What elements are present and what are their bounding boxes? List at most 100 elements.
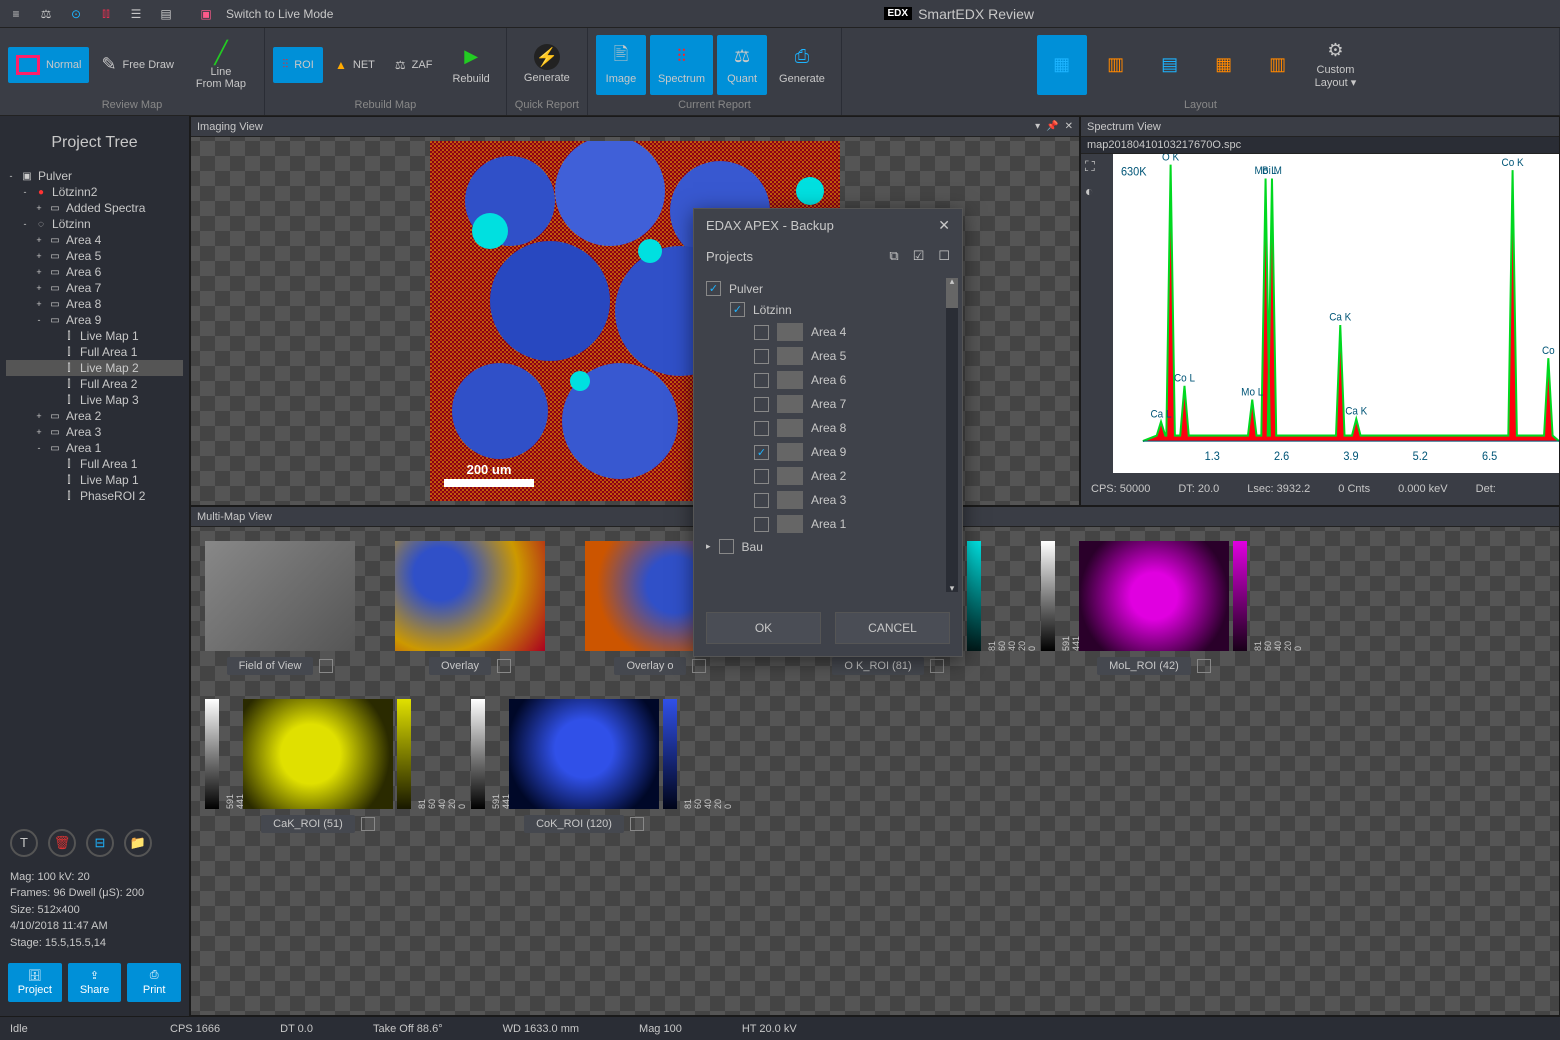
current-generate-button[interactable]: ⎙Generate: [771, 35, 833, 95]
project-item[interactable]: Area 6: [706, 368, 950, 392]
list-icon[interactable]: ☰: [126, 4, 146, 24]
thumb-checkbox[interactable]: [1197, 659, 1211, 673]
tree-item[interactable]: -▣Pulver: [6, 168, 183, 184]
project-item[interactable]: Area 5: [706, 344, 950, 368]
tree-item[interactable]: -▭Area 9: [6, 312, 183, 328]
tree-item[interactable]: +▭Area 8: [6, 296, 183, 312]
thumb-checkbox[interactable]: [319, 659, 333, 673]
spectrum-chart[interactable]: 630K Ca LO KCo LMo LMo LBi MCa KCa KCo K…: [1113, 154, 1559, 473]
spectrum-button[interactable]: ⫶⫶Spectrum: [650, 35, 713, 95]
thumb-checkbox[interactable]: [361, 817, 375, 831]
project-item[interactable]: ✓Area 9: [706, 440, 950, 464]
project-item[interactable]: Area 7: [706, 392, 950, 416]
project-item[interactable]: Area 4: [706, 320, 950, 344]
checkbox[interactable]: [754, 349, 769, 364]
roi-button[interactable]: ⫶⫶ROI: [273, 47, 323, 83]
delete-button[interactable]: 🗑: [48, 829, 76, 857]
layout-3-button[interactable]: ▤: [1145, 35, 1195, 95]
expand-icon[interactable]: ⛶: [1081, 154, 1113, 179]
checkbox[interactable]: [754, 373, 769, 388]
normal-button[interactable]: Normal: [8, 47, 89, 83]
checkbox[interactable]: ✓: [730, 302, 745, 317]
share-button[interactable]: ⇪Share: [68, 963, 122, 1002]
tree-item[interactable]: +▭Area 5: [6, 248, 183, 264]
tree-item[interactable]: +▭Area 7: [6, 280, 183, 296]
panel-menu-icon[interactable]: ▾: [1035, 121, 1040, 132]
pin-icon[interactable]: 📌: [1046, 121, 1058, 132]
custom-layout-button[interactable]: ⚙Custom Layout ▾: [1307, 35, 1365, 95]
layout-1-button[interactable]: ▦: [1037, 35, 1087, 95]
tree-item[interactable]: ⫿Full Area 2: [6, 376, 183, 392]
check-all-icon[interactable]: ☑: [913, 248, 925, 264]
close-icon[interactable]: ✕: [938, 217, 950, 234]
tree-item[interactable]: -◌Lötzinn: [6, 216, 183, 232]
map-thumb[interactable]: Field of View: [205, 541, 355, 675]
checkbox[interactable]: [754, 421, 769, 436]
uncheck-all-icon[interactable]: ☐: [938, 248, 950, 264]
project-item[interactable]: Area 3: [706, 488, 950, 512]
tree-item[interactable]: +▭Added Spectra: [6, 200, 183, 216]
tree-item[interactable]: ⫿Live Map 1: [6, 472, 183, 488]
tree-item[interactable]: +▭Area 4: [6, 232, 183, 248]
checkbox[interactable]: [754, 469, 769, 484]
quick-generate-button[interactable]: ⚡Generate: [516, 35, 578, 95]
tree-item[interactable]: -●Lötzinn2: [6, 184, 183, 200]
checkbox[interactable]: ✓: [754, 445, 769, 460]
layout-5-button[interactable]: ▥: [1253, 35, 1303, 95]
scrollbar[interactable]: ▴▾: [946, 278, 958, 592]
tree-item[interactable]: ⫿PhaseROI 2: [6, 488, 183, 504]
zaf-button[interactable]: ⚖ZAF: [387, 47, 441, 83]
copy-icon[interactable]: ⧉: [889, 248, 898, 264]
quant-button[interactable]: ⚖Quant: [717, 35, 767, 95]
layout-2-button[interactable]: ▥: [1091, 35, 1141, 95]
project-button[interactable]: 🗄Project: [8, 963, 62, 1002]
text-tool-button[interactable]: T: [10, 829, 38, 857]
thumb-checkbox[interactable]: [692, 659, 706, 673]
project-item[interactable]: Area 8: [706, 416, 950, 440]
project-item[interactable]: Area 2: [706, 464, 950, 488]
image-button[interactable]: 🖹Image: [596, 35, 646, 95]
hamburger-icon[interactable]: ≡: [6, 4, 26, 24]
print-button[interactable]: ⎙Print: [127, 963, 181, 1002]
atom-icon[interactable]: ⊙: [66, 4, 86, 24]
map-thumb[interactable]: 5914412941470816040200CaK_ROI (51): [205, 699, 431, 833]
checkbox[interactable]: [754, 397, 769, 412]
map-thumb[interactable]: Overlay: [395, 541, 545, 675]
db-button[interactable]: ⊟: [86, 829, 114, 857]
chart-icon[interactable]: ⫾⫾: [96, 4, 116, 24]
close-icon[interactable]: ✕: [1065, 121, 1073, 132]
project-item[interactable]: ✓Pulver: [706, 278, 950, 299]
toggle-icon[interactable]: ◐: [1081, 179, 1113, 203]
tree-item[interactable]: +▭Area 3: [6, 424, 183, 440]
checkbox[interactable]: [719, 539, 734, 554]
project-item[interactable]: ✓Lötzinn: [706, 299, 950, 320]
checkbox[interactable]: [754, 517, 769, 532]
tree-item[interactable]: -▭Area 1: [6, 440, 183, 456]
folder-button[interactable]: 📁: [124, 829, 152, 857]
tree-item[interactable]: ⫿Full Area 1: [6, 456, 183, 472]
switch-live-label[interactable]: Switch to Live Mode: [226, 7, 333, 21]
map-thumb[interactable]: 5914412941470816040200CoK_ROI (120): [471, 699, 697, 833]
project-item[interactable]: ▸ Bau: [706, 536, 950, 557]
thumb-checkbox[interactable]: [930, 659, 944, 673]
checkbox[interactable]: ✓: [706, 281, 721, 296]
tree-item[interactable]: ⫿Live Map 3: [6, 392, 183, 408]
tree-item[interactable]: +▭Area 2: [6, 408, 183, 424]
project-item[interactable]: Area 1: [706, 512, 950, 536]
tree-item[interactable]: ⫿Live Map 2: [6, 360, 183, 376]
live-mode-icon[interactable]: ▣: [196, 4, 216, 24]
tree-item[interactable]: ⫿Full Area 1: [6, 344, 183, 360]
ok-button[interactable]: OK: [706, 612, 821, 644]
balance-icon[interactable]: ⚖: [36, 4, 56, 24]
checkbox[interactable]: [754, 325, 769, 340]
doc-icon[interactable]: ▤: [156, 4, 176, 24]
checkbox[interactable]: [754, 493, 769, 508]
thumb-checkbox[interactable]: [497, 659, 511, 673]
cancel-button[interactable]: CANCEL: [835, 612, 950, 644]
line-from-map-button[interactable]: ╱Line From Map: [186, 35, 256, 95]
thumb-checkbox[interactable]: [630, 817, 644, 831]
free-draw-button[interactable]: ✎Free Draw: [93, 47, 181, 83]
tree-item[interactable]: +▭Area 6: [6, 264, 183, 280]
net-button[interactable]: ▲NET: [327, 47, 383, 83]
layout-4-button[interactable]: ▦: [1199, 35, 1249, 95]
